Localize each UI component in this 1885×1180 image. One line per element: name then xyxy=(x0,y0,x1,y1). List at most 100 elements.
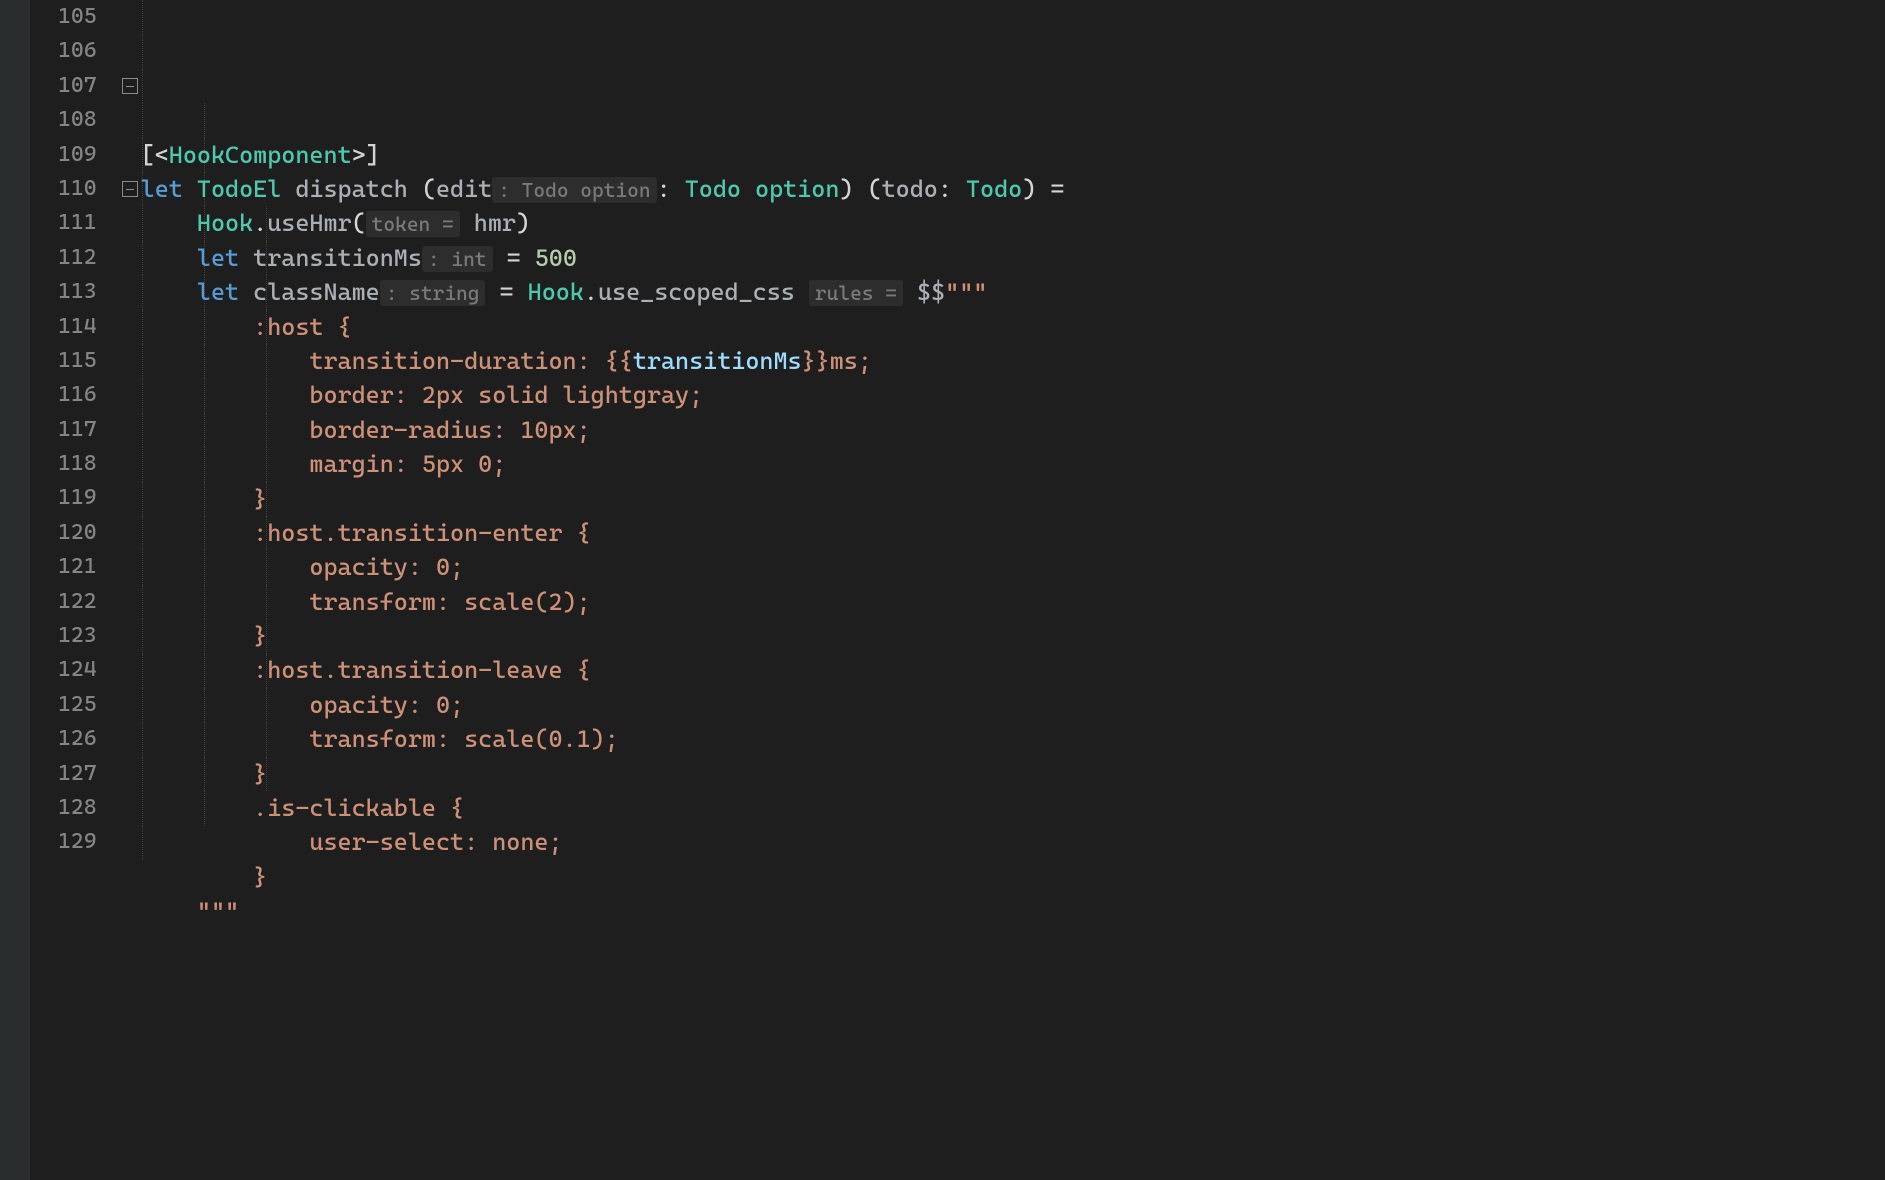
code-token xyxy=(141,897,197,925)
code-token xyxy=(141,278,197,306)
code-token: ) ( xyxy=(839,175,881,203)
line-number: 106 xyxy=(58,34,97,68)
line-number: 115 xyxy=(58,344,97,378)
code-token: ) xyxy=(516,209,530,237)
editor-left-stripe xyxy=(0,0,30,1180)
code-line[interactable] xyxy=(141,929,1885,963)
code-token: let xyxy=(141,175,197,203)
code-token: TodoEl xyxy=(197,175,295,203)
code-line[interactable]: let TodoEl dispatch (edit: Todo option: … xyxy=(141,172,1885,206)
line-number: 116 xyxy=(58,378,97,412)
code-token: transitionMs xyxy=(633,347,802,375)
code-line[interactable]: } xyxy=(141,619,1885,653)
code-line[interactable]: border: 2px solid lightgray; xyxy=(141,378,1885,412)
inlay-hint: : int xyxy=(422,246,493,272)
code-area[interactable]: [<HookComponent>]let TodoEl dispatch (ed… xyxy=(141,0,1885,1180)
code-token: hmr xyxy=(460,209,516,237)
line-number: 128 xyxy=(58,791,97,825)
line-number: 105 xyxy=(58,0,97,34)
code-token: """ xyxy=(197,897,239,925)
code-line[interactable]: let className: string = Hook.use_scoped_… xyxy=(141,275,1885,309)
code-line[interactable]: :host.transition-leave { xyxy=(141,653,1885,687)
code-line[interactable]: transform: scale(2); xyxy=(141,585,1885,619)
line-number: 123 xyxy=(58,619,97,653)
line-number: 111 xyxy=(58,206,97,240)
fold-toggle-icon[interactable] xyxy=(122,78,138,94)
line-number: 121 xyxy=(58,550,97,584)
line-number: 122 xyxy=(58,585,97,619)
code-token: border-radius: 10px; xyxy=(141,416,591,444)
code-token: 500 xyxy=(535,244,577,272)
code-line[interactable]: margin: 5px 0; xyxy=(141,447,1885,481)
line-number: 109 xyxy=(58,138,97,172)
inlay-hint: : string xyxy=(380,280,486,306)
code-token: Todo xyxy=(966,175,1022,203)
code-line[interactable]: transform: scale(0.1); xyxy=(141,722,1885,756)
line-number: 107 xyxy=(58,69,97,103)
line-number: 119 xyxy=(58,481,97,515)
code-token: transform: scale(0.1); xyxy=(141,725,619,753)
code-line[interactable]: opacity: 0; xyxy=(141,688,1885,722)
code-token: } xyxy=(141,485,268,513)
code-token xyxy=(141,244,197,272)
code-token: :host.transition-leave { xyxy=(141,656,591,684)
fold-gutter xyxy=(119,0,141,1180)
code-line[interactable]: [<HookComponent>] xyxy=(141,138,1885,172)
line-number: 124 xyxy=(58,653,97,687)
line-number: 110 xyxy=(58,172,97,206)
inlay-hint: : Todo option xyxy=(492,177,656,203)
code-line[interactable]: } xyxy=(141,757,1885,791)
code-token: transition-duration: xyxy=(141,347,605,375)
line-number: 126 xyxy=(58,722,97,756)
code-token: $$ xyxy=(903,278,945,306)
code-token: opacity: 0; xyxy=(141,691,464,719)
code-line[interactable]: Hook.useHmr(token = hmr) xyxy=(141,206,1885,240)
code-token: user-select: none; xyxy=(141,828,563,856)
code-token: ms; xyxy=(830,347,872,375)
code-token: border: 2px solid lightgray; xyxy=(141,381,704,409)
code-token: opacity: 0; xyxy=(141,553,464,581)
code-token: = xyxy=(485,278,527,306)
code-line[interactable]: let transitionMs: int = 500 xyxy=(141,241,1885,275)
code-line[interactable]: } xyxy=(141,860,1885,894)
code-token: HookComponent xyxy=(169,141,352,169)
code-line[interactable]: """ xyxy=(141,894,1885,928)
code-line[interactable]: border-radius: 10px; xyxy=(141,413,1885,447)
code-token: Todo option xyxy=(685,175,840,203)
code-token: transform: scale(2); xyxy=(141,588,591,616)
code-line[interactable]: user-select: none; xyxy=(141,825,1885,859)
code-token: } xyxy=(141,863,268,891)
code-token: Hook xyxy=(528,278,584,306)
code-line[interactable]: .is-clickable { xyxy=(141,791,1885,825)
code-line[interactable]: :host.transition-enter { xyxy=(141,516,1885,550)
code-token: {{ xyxy=(605,347,633,375)
line-number: 129 xyxy=(58,825,97,859)
code-token: let xyxy=(197,244,253,272)
code-token: : xyxy=(938,175,966,203)
line-number: 120 xyxy=(58,516,97,550)
code-line[interactable]: } xyxy=(141,482,1885,516)
code-line[interactable]: transition-duration: {{transitionMs}}ms; xyxy=(141,344,1885,378)
code-token: :host { xyxy=(141,313,352,341)
code-editor[interactable]: 1051061071081091101111121131141151161171… xyxy=(0,0,1885,1180)
inlay-hint: token = xyxy=(366,211,460,237)
inlay-hint: rules = xyxy=(809,280,903,306)
code-token: [< xyxy=(141,141,169,169)
code-token: = xyxy=(493,244,535,272)
line-number-gutter: 1051061071081091101111121131141151161171… xyxy=(30,0,119,1180)
line-number: 114 xyxy=(58,310,97,344)
line-number: 118 xyxy=(58,447,97,481)
line-number: 117 xyxy=(58,413,97,447)
code-token: transitionMs xyxy=(253,244,422,272)
code-token: ( xyxy=(422,175,436,203)
fold-toggle-icon[interactable] xyxy=(122,181,138,197)
code-line[interactable]: :host { xyxy=(141,310,1885,344)
code-token: :host.transition-enter { xyxy=(141,519,591,547)
code-token: edit xyxy=(436,175,492,203)
code-token: Hook xyxy=(197,209,253,237)
code-line[interactable]: opacity: 0; xyxy=(141,550,1885,584)
code-token xyxy=(141,209,197,237)
code-token: """ xyxy=(945,278,987,306)
code-line[interactable] xyxy=(141,103,1885,137)
code-token: >] xyxy=(352,141,380,169)
